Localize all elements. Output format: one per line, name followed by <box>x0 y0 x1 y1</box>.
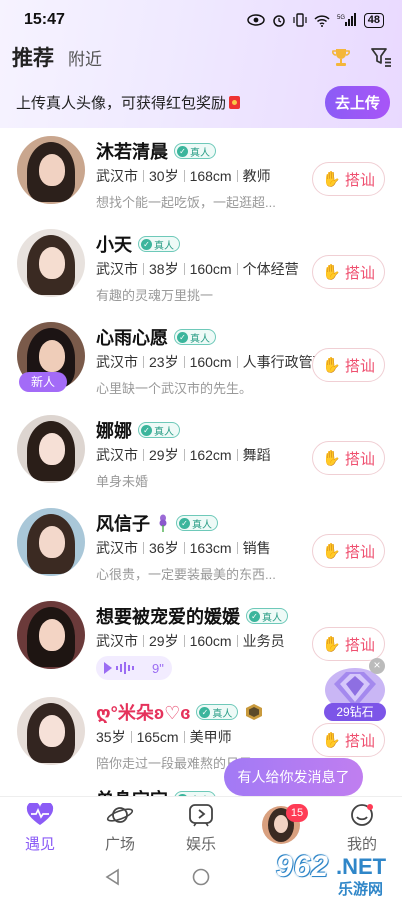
alarm-icon <box>273 15 285 27</box>
chat-button[interactable]: ✋ 搭讪 <box>312 255 385 289</box>
heart-pulse-icon <box>26 801 54 825</box>
signal-icon: 5G <box>337 13 356 26</box>
user-info: 35岁 165cm 美甲师 <box>96 729 232 745</box>
wave-hand-icon: ✋ <box>322 450 341 467</box>
flower-icon <box>159 514 167 532</box>
banner-text: 上传真人头像，可获得红包奖励 <box>16 92 241 113</box>
list-item[interactable]: 小天 ✓ 真人 武汉市 38岁 160cm 个体经营 有趣的灵魂万里挑一 ✋ 搭讪 <box>0 219 402 312</box>
sound-wave-icon <box>104 662 134 674</box>
verified-badge: ✓真人 <box>174 329 216 345</box>
tab-nearby[interactable]: 附近 <box>68 45 102 70</box>
user-bio: 心里缺一个武汉市的先生。 <box>96 381 253 396</box>
upload-button[interactable]: 去上传 <box>324 85 390 119</box>
wave-hand-icon: ✋ <box>322 357 341 374</box>
upload-banner: 上传真人头像，可获得红包奖励 去上传 <box>0 84 402 120</box>
user-name: 娜娜 <box>96 421 132 441</box>
check-icon: ✓ <box>177 331 188 343</box>
voice-length: 9" <box>152 660 164 676</box>
planet-icon <box>106 807 134 823</box>
user-name: 风信子 <box>96 514 150 534</box>
user-bio: 单身未婚 <box>96 474 149 489</box>
verified-badge: ✓真人 <box>176 515 218 531</box>
svg-text:5G: 5G <box>337 15 345 21</box>
new-message-toast[interactable]: 有人给你发消息了 <box>224 758 363 796</box>
message-count-badge: 15 <box>286 804 308 822</box>
wave-hand-icon: ✋ <box>322 543 341 560</box>
chat-button[interactable]: ✋ 搭讪 <box>312 348 385 382</box>
check-icon: ✓ <box>179 517 190 529</box>
battery-level: 48 <box>363 12 384 28</box>
verified-badge: ✓真人 <box>196 704 239 720</box>
back-icon[interactable] <box>104 868 122 886</box>
gift-label[interactable]: 29钻石 <box>324 703 386 721</box>
user-bio: 想找个能一起吃饭，一起逛超... <box>96 195 276 210</box>
user-info: 武汉市 29岁 160cm 业务员 <box>96 633 285 649</box>
red-packet-icon <box>229 95 241 109</box>
user-info: 武汉市 38岁 160cm 个体经营 <box>96 261 299 277</box>
trophy-icon[interactable] <box>330 46 352 68</box>
user-info: 武汉市 23岁 160cm 人事行政管理 <box>96 354 327 370</box>
nav-fun[interactable]: 娱乐 <box>166 803 236 854</box>
filter-icon[interactable] <box>370 46 392 68</box>
wave-hand-icon: ✋ <box>322 264 341 281</box>
nav-meet[interactable]: 遇见 <box>5 801 75 854</box>
play-box-icon <box>189 804 213 827</box>
user-name: 心雨心愿 <box>96 328 168 348</box>
verified-badge: ✓真人 <box>138 422 180 438</box>
vibrate-icon <box>293 13 307 27</box>
nav-square[interactable]: 广场 <box>85 803 155 854</box>
status-bar: 15:47 5G 48 <box>0 0 402 40</box>
check-icon: ✓ <box>141 238 152 250</box>
avatar[interactable] <box>17 229 85 297</box>
list-item[interactable]: 风信子 ✓ 真人 武汉市 36岁 163cm 销售 心很贵，一定要装最美的东西... ✋… <box>0 498 402 591</box>
list-item[interactable]: 新人 心雨心愿 ✓ 真人 武汉市 23岁 160cm 人事行政管理 心里缺一个武汉市的先… <box>0 312 402 405</box>
check-icon: ✓ <box>141 424 152 436</box>
home-icon[interactable] <box>192 868 210 886</box>
wave-hand-icon: ✋ <box>322 732 341 749</box>
wave-hand-icon: ✋ <box>322 636 341 653</box>
level-badge-icon <box>246 704 263 720</box>
verified-badge: ✓真人 <box>174 143 216 159</box>
user-name: ღ°米朵ʚ♡ɞ <box>96 703 191 723</box>
check-icon: ✓ <box>199 706 211 718</box>
user-info: 武汉市 30岁 168cm 教师 <box>96 168 271 184</box>
user-info: 武汉市 36岁 163cm 销售 <box>96 540 271 556</box>
new-user-badge: 新人 <box>19 372 67 392</box>
nav-mine[interactable]: 我的 <box>327 803 397 854</box>
list-item[interactable]: 娜娜 ✓ 真人 武汉市 29岁 162cm 舞蹈 单身未婚 ✋ 搭讪 <box>0 405 402 498</box>
top-nav: 推荐 附近 <box>12 40 392 74</box>
avatar[interactable] <box>17 697 85 765</box>
avatar[interactable] <box>17 601 85 669</box>
tab-recommend[interactable]: 推荐 <box>12 42 54 72</box>
close-icon[interactable]: × <box>369 658 385 674</box>
chat-button[interactable]: ✋ 搭讪 <box>312 441 385 475</box>
chat-button[interactable]: ✋ 搭讪 <box>312 534 385 568</box>
profile-face-icon <box>351 804 373 826</box>
check-icon: ✓ <box>177 145 188 157</box>
user-bio: 有趣的灵魂万里挑一 <box>96 288 214 303</box>
chat-button[interactable]: ✋ 搭讪 <box>312 723 385 757</box>
avatar[interactable] <box>17 508 85 576</box>
eye-icon <box>247 14 265 26</box>
avatar[interactable] <box>17 136 85 204</box>
avatar[interactable] <box>17 415 85 483</box>
bottom-nav: 遇见 广场 娱乐 我的 <box>0 796 402 854</box>
status-time: 15:47 <box>24 11 65 28</box>
verified-badge: ✓真人 <box>246 608 288 624</box>
user-name: 小天 <box>96 235 132 255</box>
user-info: 武汉市 29岁 162cm 舞蹈 <box>96 447 271 463</box>
list-item[interactable]: 沐若清晨 ✓ 真人 武汉市 30岁 168cm 教师 想找个能一起吃饭，一起逛超... … <box>0 126 402 219</box>
verified-badge: ✓真人 <box>138 236 180 252</box>
user-name: 沐若清晨 <box>96 142 168 162</box>
status-icons: 5G 48 <box>247 12 384 28</box>
chat-button[interactable]: ✋ 搭讪 <box>312 627 385 661</box>
wave-hand-icon: ✋ <box>322 171 341 188</box>
site-watermark: 962 .NET 乐游网 <box>276 850 387 898</box>
voice-intro-button[interactable]: 9" <box>96 656 172 680</box>
chat-button[interactable]: ✋ 搭讪 <box>312 162 385 196</box>
user-name: 想要被宠爱的媛媛 <box>96 607 240 627</box>
user-bio: 心很贵，一定要装最美的东西... <box>96 567 276 582</box>
check-icon: ✓ <box>249 610 260 622</box>
wifi-icon <box>314 14 330 27</box>
